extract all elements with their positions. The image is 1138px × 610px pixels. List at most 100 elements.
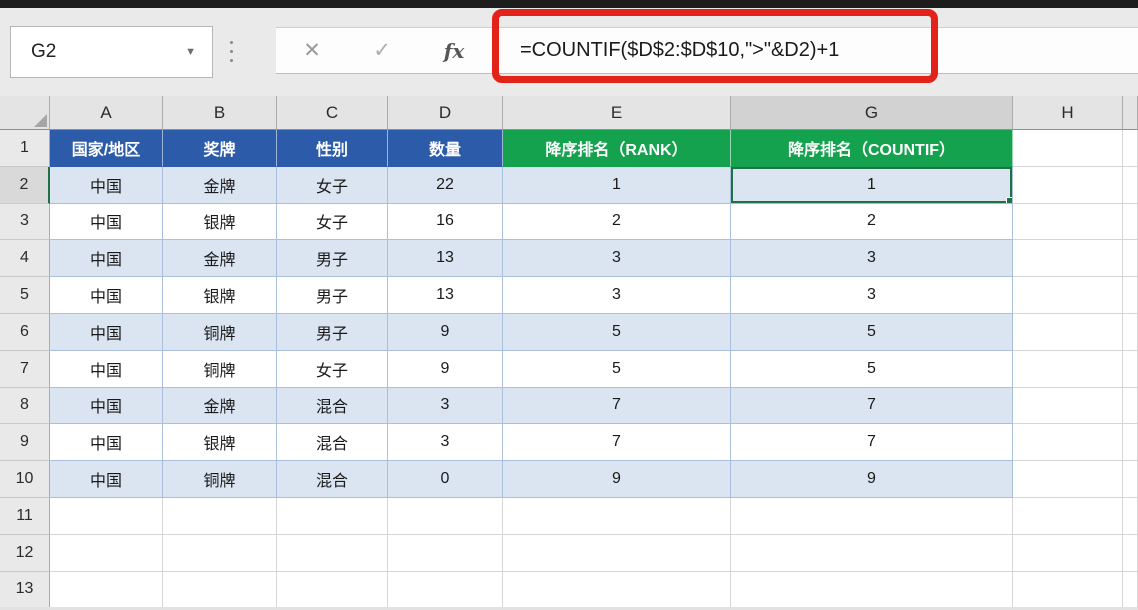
cell-E13[interactable] (503, 571, 731, 609)
fill-handle[interactable] (1006, 196, 1012, 203)
cell-C12[interactable] (277, 534, 388, 572)
cell-D3[interactable]: 16 (388, 203, 503, 241)
row-header-1[interactable]: 1 (0, 130, 50, 167)
cell-D2[interactable]: 22 (388, 166, 503, 204)
row-header-2[interactable]: 2 (0, 166, 50, 204)
cell-D1[interactable]: 数量 (388, 130, 503, 167)
column-header-H[interactable]: H (1013, 96, 1123, 130)
row-header-7[interactable]: 7 (0, 350, 50, 388)
cell-A4[interactable]: 中国 (50, 240, 163, 278)
row-header-9[interactable]: 9 (0, 424, 50, 462)
cell-B11[interactable] (163, 497, 277, 535)
cell-C5[interactable]: 男子 (277, 277, 388, 314)
cell-H9[interactable] (1013, 424, 1123, 462)
cell-G7[interactable]: 5 (731, 350, 1013, 388)
cell-D4[interactable]: 13 (388, 240, 503, 278)
row-header-5[interactable]: 5 (0, 277, 50, 314)
cell-H5[interactable] (1013, 277, 1123, 314)
column-header-D[interactable]: D (388, 96, 503, 130)
row-header-8[interactable]: 8 (0, 387, 50, 425)
cell-G4[interactable]: 3 (731, 240, 1013, 278)
name-box[interactable]: G2 ▼ (10, 26, 213, 78)
cell-D7[interactable]: 9 (388, 350, 503, 388)
cell-B2[interactable]: 金牌 (163, 166, 277, 204)
cell-A11[interactable] (50, 497, 163, 535)
cell-B3[interactable]: 银牌 (163, 203, 277, 241)
name-box-dropdown-icon[interactable]: ▼ (185, 46, 212, 58)
cell-G11[interactable] (731, 497, 1013, 535)
cell-D5[interactable]: 13 (388, 277, 503, 314)
row-header-12[interactable]: 12 (0, 534, 50, 572)
cell-C4[interactable]: 男子 (277, 240, 388, 278)
column-header-G[interactable]: G (731, 96, 1013, 130)
cell-C11[interactable] (277, 497, 388, 535)
cell-A9[interactable]: 中国 (50, 424, 163, 462)
cell-B9[interactable]: 银牌 (163, 424, 277, 462)
row-header-13[interactable]: 13 (0, 571, 50, 609)
cell-D8[interactable]: 3 (388, 387, 503, 425)
cell-E8[interactable]: 7 (503, 387, 731, 425)
cell-B10[interactable]: 铜牌 (163, 461, 277, 498)
cell-H6[interactable] (1013, 313, 1123, 351)
row-header-6[interactable]: 6 (0, 313, 50, 351)
row-header-4[interactable]: 4 (0, 240, 50, 278)
cell-E1[interactable]: 降序排名（RANK） (503, 130, 731, 167)
cell-D10[interactable]: 0 (388, 461, 503, 498)
cell-H11[interactable] (1013, 497, 1123, 535)
column-header-E[interactable]: E (503, 96, 731, 130)
cell-C8[interactable]: 混合 (277, 387, 388, 425)
cell-H7[interactable] (1013, 350, 1123, 388)
cell-H13[interactable] (1013, 571, 1123, 609)
cell-H2[interactable] (1013, 166, 1123, 204)
insert-function-icon[interactable]: fx (436, 28, 472, 73)
cell-E12[interactable] (503, 534, 731, 572)
cell-E11[interactable] (503, 497, 731, 535)
cell-H10[interactable] (1013, 461, 1123, 498)
formula-bar[interactable]: ✕ ✓ fx =COUNTIF($D$2:$D$10,">"&D2)+1 (276, 27, 1138, 74)
cell-E3[interactable]: 2 (503, 203, 731, 241)
cell-E9[interactable]: 7 (503, 424, 731, 462)
cell-E6[interactable]: 5 (503, 313, 731, 351)
cell-A13[interactable] (50, 571, 163, 609)
cell-A1[interactable]: 国家/地区 (50, 130, 163, 167)
cell-A8[interactable]: 中国 (50, 387, 163, 425)
cell-B13[interactable] (163, 571, 277, 609)
cell-G1[interactable]: 降序排名（COUNTIF） (731, 130, 1013, 167)
formula-text[interactable]: =COUNTIF($D$2:$D$10,">"&D2)+1 (520, 28, 839, 73)
cell-A6[interactable]: 中国 (50, 313, 163, 351)
cell-C1[interactable]: 性别 (277, 130, 388, 167)
cell-G10[interactable]: 9 (731, 461, 1013, 498)
cell-C7[interactable]: 女子 (277, 350, 388, 388)
cell-B1[interactable]: 奖牌 (163, 130, 277, 167)
cell-D11[interactable] (388, 497, 503, 535)
row-header-3[interactable]: 3 (0, 203, 50, 241)
cell-E4[interactable]: 3 (503, 240, 731, 278)
cancel-icon[interactable]: ✕ (294, 28, 330, 73)
cell-G12[interactable] (731, 534, 1013, 572)
cell-C13[interactable] (277, 571, 388, 609)
cell-D9[interactable]: 3 (388, 424, 503, 462)
cell-A3[interactable]: 中国 (50, 203, 163, 241)
cell-B4[interactable]: 金牌 (163, 240, 277, 278)
cell-B6[interactable]: 铜牌 (163, 313, 277, 351)
cell-B7[interactable]: 铜牌 (163, 350, 277, 388)
cell-G5[interactable]: 3 (731, 277, 1013, 314)
cell-G9[interactable]: 7 (731, 424, 1013, 462)
cell-A5[interactable]: 中国 (50, 277, 163, 314)
cell-H4[interactable] (1013, 240, 1123, 278)
cell-G8[interactable]: 7 (731, 387, 1013, 425)
cell-C9[interactable]: 混合 (277, 424, 388, 462)
enter-icon[interactable]: ✓ (364, 28, 400, 73)
cell-B12[interactable] (163, 534, 277, 572)
cell-A12[interactable] (50, 534, 163, 572)
column-header-A[interactable]: A (50, 96, 163, 130)
cell-H12[interactable] (1013, 534, 1123, 572)
cell-C10[interactable]: 混合 (277, 461, 388, 498)
cell-A2[interactable]: 中国 (50, 166, 163, 204)
cell-E10[interactable]: 9 (503, 461, 731, 498)
cell-G2[interactable]: 1 (731, 166, 1013, 204)
select-all-corner[interactable] (0, 96, 50, 130)
cell-C6[interactable]: 男子 (277, 313, 388, 351)
cell-G13[interactable] (731, 571, 1013, 609)
cell-B8[interactable]: 金牌 (163, 387, 277, 425)
